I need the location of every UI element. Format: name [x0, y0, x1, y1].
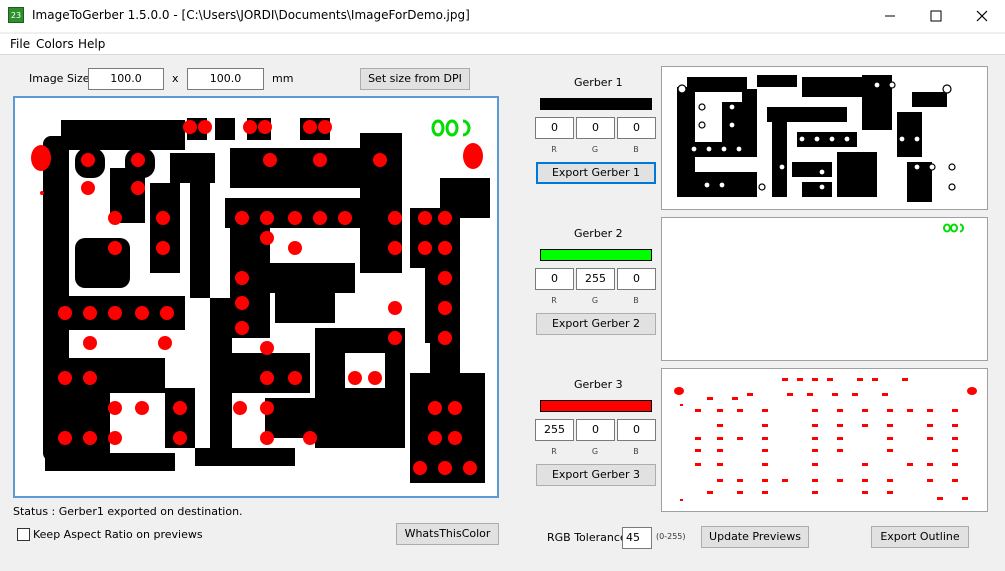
update-previews-button[interactable]: Update Previews	[701, 526, 809, 548]
rgb-tolerance-label: RGB Tolerance	[547, 531, 627, 544]
gerber1-g-input[interactable]: 0	[576, 117, 615, 139]
gerber2-g-input[interactable]: 255	[576, 268, 615, 290]
gerber1-g-label: G	[591, 145, 599, 154]
gerber1-preview	[661, 66, 988, 210]
gerber1-title: Gerber 1	[574, 76, 623, 89]
export-gerber3-button[interactable]: Export Gerber 3	[536, 464, 656, 486]
title-bar: 23 ImageToGerber 1.5.0.0 - [C:\Users\JOR…	[0, 0, 1005, 32]
status-text: Status : Gerber1 exported on destination…	[13, 505, 243, 518]
close-icon[interactable]	[959, 0, 1005, 32]
size-unit: mm	[272, 72, 294, 85]
image-height-input[interactable]: 100.0	[187, 68, 264, 90]
keep-aspect-checkbox[interactable]	[17, 528, 30, 541]
gerber3-color-swatch[interactable]	[540, 400, 652, 412]
keep-aspect-label[interactable]: Keep Aspect Ratio on previews	[33, 528, 203, 541]
menu-bar: File Colors Help	[0, 34, 1005, 55]
minimize-icon[interactable]	[867, 0, 913, 32]
gerber1-r-label: R	[551, 145, 557, 154]
pcb-artwork	[31, 118, 490, 483]
gerber1-r-input[interactable]: 0	[535, 117, 574, 139]
rgb-tolerance-input[interactable]: 45	[622, 527, 652, 549]
gerber3-r-input[interactable]: 255	[535, 419, 574, 441]
gerber3-g-label: G	[591, 447, 599, 456]
size-separator: x	[172, 72, 179, 85]
gerber3-preview-image	[674, 378, 977, 501]
image-size-label: Image Size:	[29, 72, 94, 85]
set-size-dpi-button[interactable]: Set size from DPI	[360, 68, 470, 90]
gerber3-g-input[interactable]: 0	[576, 419, 615, 441]
menu-colors[interactable]: Colors	[36, 37, 74, 51]
gerber2-b-label: B	[633, 296, 639, 305]
app-icon: 23	[8, 7, 24, 23]
gerber2-g-label: G	[591, 296, 599, 305]
gerber2-r-input[interactable]: 0	[535, 268, 574, 290]
gerber2-color-swatch[interactable]	[540, 249, 652, 261]
pcb-image[interactable]	[13, 96, 499, 498]
gerber3-r-label: R	[551, 447, 557, 456]
gerber1-b-label: B	[633, 145, 639, 154]
gerber2-b-input[interactable]: 0	[617, 268, 656, 290]
menu-help[interactable]: Help	[78, 37, 105, 51]
gerber3-b-label: B	[633, 447, 639, 456]
gerber1-color-swatch[interactable]	[540, 98, 652, 110]
whats-this-color-button[interactable]: WhatsThisColor	[396, 523, 499, 545]
gerber1-b-input[interactable]: 0	[617, 117, 656, 139]
export-gerber1-button[interactable]: Export Gerber 1	[536, 162, 656, 184]
export-outline-button[interactable]: Export Outline	[871, 526, 969, 548]
gerber2-preview	[661, 217, 988, 361]
gerber3-title: Gerber 3	[574, 378, 623, 391]
window-title: ImageToGerber 1.5.0.0 - [C:\Users\JORDI\…	[32, 8, 470, 22]
gerber3-preview	[661, 368, 988, 512]
maximize-icon[interactable]	[913, 0, 959, 32]
rgb-tolerance-range: (0-255)	[656, 532, 686, 541]
menu-file[interactable]: File	[10, 37, 30, 51]
image-width-input[interactable]: 100.0	[88, 68, 164, 90]
export-gerber2-button[interactable]: Export Gerber 2	[536, 313, 656, 335]
gerber1-preview-image	[677, 75, 956, 202]
gerber2-preview-image	[943, 223, 964, 233]
gerber3-b-input[interactable]: 0	[617, 419, 656, 441]
gerber2-title: Gerber 2	[574, 227, 623, 240]
gerber2-r-label: R	[551, 296, 557, 305]
